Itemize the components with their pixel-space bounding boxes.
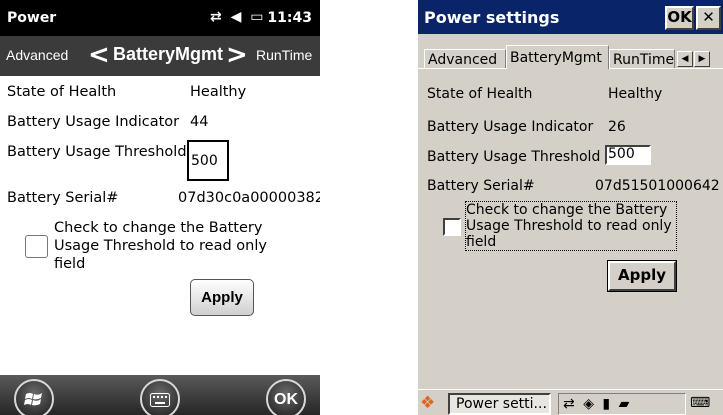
- serial-value: 07d30c0a00000382: [178, 190, 320, 206]
- keyboard-icon[interactable]: ⌨: [690, 395, 710, 411]
- apply-button[interactable]: Apply: [190, 279, 254, 316]
- ok-button[interactable]: OK: [266, 379, 306, 415]
- battery-icon[interactable]: ▰: [619, 396, 632, 412]
- tab-runtime[interactable]: RunTime: [256, 47, 312, 63]
- readonly-checkbox-label[interactable]: Check to change the Battery Usage Thresh…: [54, 219, 284, 273]
- readonly-checkbox[interactable]: [443, 218, 461, 236]
- usage-indicator-value: 44: [190, 114, 209, 130]
- wm-screen: Power ⇄ ◀ ▭ 11:43 Advanced < BatteryMgmt…: [0, 0, 320, 415]
- clock: 11:43: [267, 10, 312, 26]
- readonly-checkbox-label[interactable]: Check to change the Battery Usage Thresh…: [465, 201, 677, 251]
- network-icon[interactable]: ⇄: [563, 396, 577, 412]
- taskbar: ❖ Power setti... ⇄ ◈ ▮ ▰ ⌨ ▣: [418, 389, 723, 415]
- start-flag-icon[interactable]: ❖: [420, 393, 435, 413]
- title-bar: Power settings OK ✕: [418, 0, 723, 34]
- ok-button[interactable]: OK: [665, 6, 694, 30]
- serial-label: Battery Serial#: [7, 190, 119, 206]
- connectivity-icon: ⇄: [210, 9, 224, 25]
- tab-advanced[interactable]: Advanced: [424, 49, 506, 69]
- status-bar: Power ⇄ ◀ ▭ 11:43: [0, 0, 320, 36]
- signal-icon[interactable]: ▮: [602, 396, 612, 412]
- tab-scroll-right-icon[interactable]: ▶: [694, 51, 710, 67]
- tab-strip: Advanced BatteryMgmt RunTime ◀ ▶: [418, 34, 723, 69]
- tab-batterymgmt[interactable]: BatteryMgmt: [506, 45, 609, 69]
- keyboard-icon: [150, 393, 170, 407]
- app-title: Power: [7, 10, 57, 26]
- tab-runtime[interactable]: RunTime: [609, 49, 675, 69]
- usage-threshold-label: Battery Usage Threshold: [427, 149, 601, 165]
- usage-indicator-value: 26: [608, 119, 626, 135]
- health-label: State of Health: [427, 86, 533, 102]
- chevron-left-icon[interactable]: <: [88, 40, 110, 70]
- serial-value: 07d51501000642: [595, 178, 720, 194]
- health-label: State of Health: [7, 84, 117, 100]
- windows-start-button[interactable]: [14, 379, 54, 415]
- usage-threshold-label: Battery Usage Threshold: [7, 144, 187, 160]
- battery-icon: ▭: [250, 9, 266, 25]
- wireless-icon[interactable]: ◈: [583, 396, 596, 412]
- ce-screen: Power settings OK ✕ Advanced BatteryMgmt…: [418, 0, 723, 415]
- usage-threshold-input[interactable]: 500: [605, 145, 651, 165]
- softkey-bar: OK: [0, 375, 320, 415]
- windows-flag-icon: [24, 393, 42, 406]
- chevron-right-icon[interactable]: >: [226, 40, 248, 70]
- serial-label: Battery Serial#: [427, 178, 535, 194]
- tab-scroll-left-icon[interactable]: ◀: [677, 51, 693, 67]
- usage-indicator-label: Battery Usage Indicator: [7, 114, 180, 130]
- readonly-checkbox[interactable]: [25, 235, 48, 258]
- window-title: Power settings: [424, 8, 560, 27]
- close-icon[interactable]: ✕: [696, 6, 721, 30]
- tab-strip: Advanced < BatteryMgmt > RunTime: [0, 36, 320, 76]
- taskbar-task-power[interactable]: Power setti...: [448, 393, 551, 415]
- health-value: Healthy: [608, 86, 663, 102]
- tab-batterymgmt[interactable]: BatteryMgmt: [113, 44, 223, 65]
- tray-extra: ⌨ ▣: [690, 393, 723, 415]
- volume-icon: ◀: [230, 9, 244, 25]
- health-value: Healthy: [190, 84, 247, 100]
- status-icons: ⇄ ◀ ▭: [210, 9, 266, 25]
- usage-indicator-label: Battery Usage Indicator: [427, 119, 594, 135]
- keyboard-button[interactable]: [140, 379, 180, 415]
- apply-button[interactable]: Apply: [607, 260, 677, 292]
- usage-threshold-input[interactable]: 500: [187, 140, 229, 181]
- system-tray: ⇄ ◈ ▮ ▰: [558, 393, 686, 415]
- tab-advanced[interactable]: Advanced: [6, 47, 68, 63]
